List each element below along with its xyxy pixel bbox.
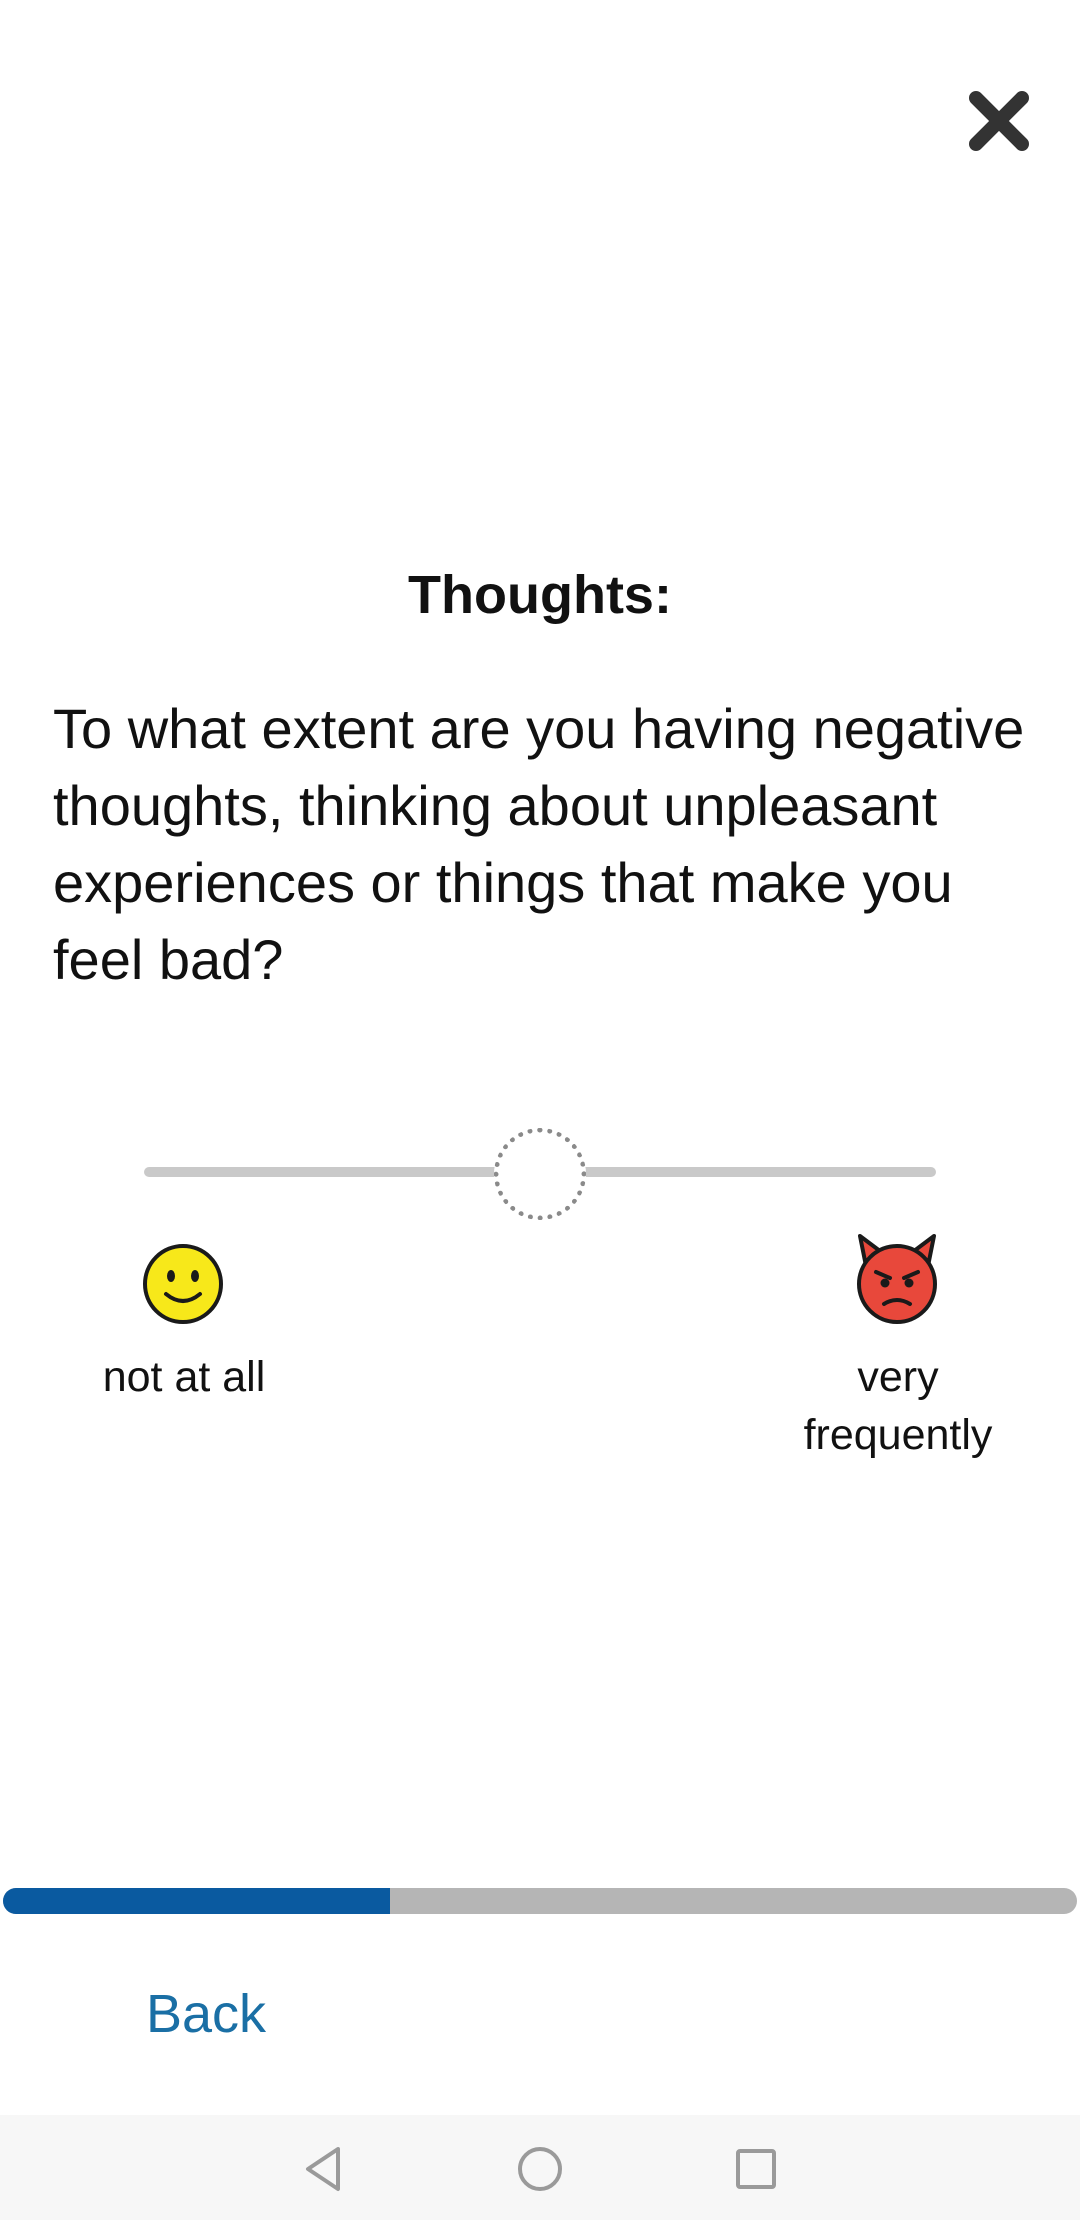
back-button[interactable]: Back — [146, 1980, 266, 2048]
slider-thumb[interactable] — [494, 1128, 586, 1220]
close-button[interactable] — [966, 88, 1032, 154]
question-title: Thoughts: — [408, 565, 672, 625]
question-text: To what extent are you having negative t… — [53, 697, 1025, 991]
slightly-smiling-face-icon — [141, 1242, 225, 1326]
system-navigation-bar — [0, 2115, 1080, 2220]
nav-home-circle-icon — [518, 2147, 562, 2191]
slider-min-label: not at all — [102, 1353, 266, 1401]
close-icon — [969, 91, 1029, 151]
nav-recents-square-icon — [736, 2149, 776, 2189]
nav-back-triangle-icon — [306, 2147, 340, 2191]
nav-recents-button[interactable] — [726, 2139, 786, 2199]
slider-max-label: very frequently — [803, 1353, 993, 1459]
nav-back-button[interactable] — [294, 2139, 354, 2199]
progress-bar — [3, 1888, 1077, 1914]
progress-bar-fill — [3, 1888, 390, 1914]
angry-devil-face-icon — [854, 1230, 940, 1326]
nav-home-button[interactable] — [510, 2139, 570, 2199]
